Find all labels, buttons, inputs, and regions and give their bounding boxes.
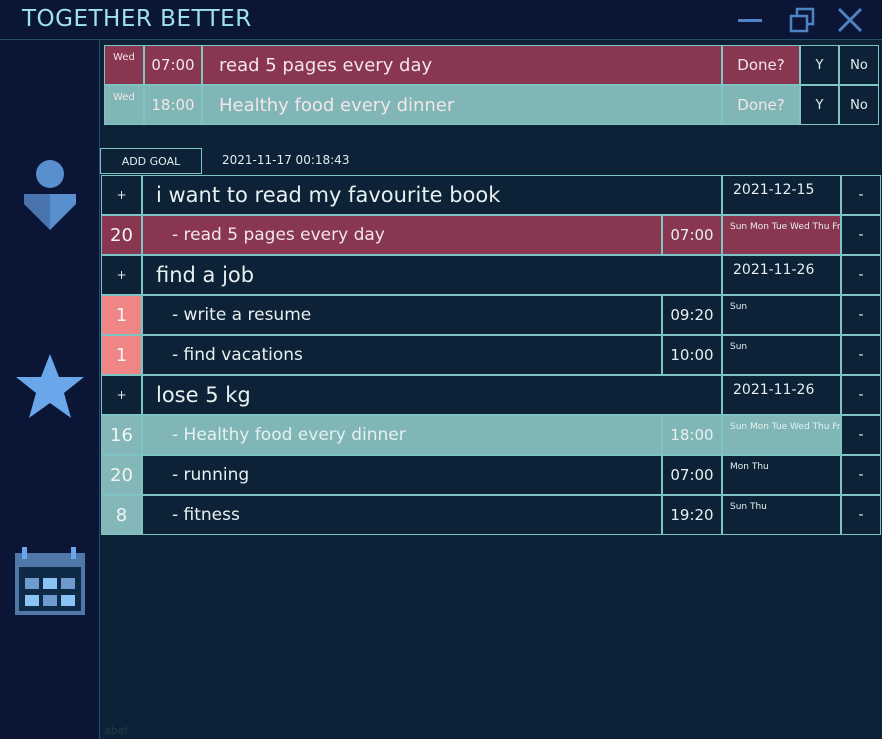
task-count: 1: [101, 295, 142, 335]
today-day: Wed: [104, 85, 144, 125]
user-icon[interactable]: [22, 158, 78, 232]
task-title: - Healthy food every dinner: [142, 415, 662, 455]
delete-goal-button[interactable]: -: [841, 175, 881, 215]
done-label: Done?: [722, 85, 800, 125]
current-timestamp: 2021-11-17 00:18:43: [222, 153, 350, 167]
task-time: 07:00: [662, 455, 722, 495]
minimize-icon[interactable]: [736, 6, 764, 34]
task-time: 07:00: [662, 215, 722, 255]
task-days: Sun: [722, 295, 841, 335]
task-days: Sun Mon Tue Wed Thu Fri: [722, 215, 841, 255]
task-title: - find vacations: [142, 335, 662, 375]
title-bar: TOGETHER BETTER: [0, 0, 882, 38]
add-task-button[interactable]: +: [101, 255, 142, 295]
today-day: Wed: [104, 45, 144, 85]
close-icon[interactable]: [836, 6, 864, 34]
task-title: - running: [142, 455, 662, 495]
yes-button[interactable]: Y: [800, 45, 839, 85]
delete-task-button[interactable]: -: [841, 415, 881, 455]
sidebar: [0, 39, 100, 739]
add-goal-button[interactable]: ADD GOAL: [100, 148, 202, 174]
today-time: 07:00: [144, 45, 202, 85]
task-days: Sun Mon Tue Wed Thu Fri: [722, 415, 841, 455]
today-time: 18:00: [144, 85, 202, 125]
goal-deadline: 2021-11-26: [722, 375, 841, 415]
goal-deadline: 2021-12-15: [722, 175, 841, 215]
delete-task-button[interactable]: -: [841, 295, 881, 335]
task-count: 20: [101, 455, 142, 495]
goal-title: i want to read my favourite book: [142, 175, 722, 215]
today-task: Healthy food every dinner: [202, 85, 722, 125]
delete-goal-button[interactable]: -: [841, 375, 881, 415]
task-time: 19:20: [662, 495, 722, 535]
star-icon[interactable]: [14, 350, 86, 422]
task-title: - fitness: [142, 495, 662, 535]
no-button[interactable]: No: [839, 85, 879, 125]
delete-task-button[interactable]: -: [841, 335, 881, 375]
today-task: read 5 pages every day: [202, 45, 722, 85]
no-button[interactable]: No: [839, 45, 879, 85]
task-title: - write a resume: [142, 295, 662, 335]
delete-task-button[interactable]: -: [841, 455, 881, 495]
task-days: Sun: [722, 335, 841, 375]
goal-title: lose 5 kg: [142, 375, 722, 415]
goal-deadline: 2021-11-26: [722, 255, 841, 295]
goal-title: find a job: [142, 255, 722, 295]
task-time: 09:20: [662, 295, 722, 335]
task-count: 8: [101, 495, 142, 535]
task-count: 1: [101, 335, 142, 375]
calendar-icon[interactable]: [14, 545, 86, 617]
delete-task-button[interactable]: -: [841, 495, 881, 535]
restore-icon[interactable]: [788, 6, 816, 34]
task-days: Sun Thu: [722, 495, 841, 535]
delete-goal-button[interactable]: -: [841, 255, 881, 295]
task-count: 20: [101, 215, 142, 255]
task-days: Mon Thu: [722, 455, 841, 495]
add-task-button[interactable]: +: [101, 375, 142, 415]
yes-button[interactable]: Y: [800, 85, 839, 125]
task-time: 10:00: [662, 335, 722, 375]
task-time: 18:00: [662, 415, 722, 455]
task-count: 16: [101, 415, 142, 455]
app-title: TOGETHER BETTER: [22, 6, 252, 32]
add-task-button[interactable]: +: [101, 175, 142, 215]
delete-task-button[interactable]: -: [841, 215, 881, 255]
footer-label: abel: [104, 724, 128, 737]
task-title: - read 5 pages every day: [142, 215, 662, 255]
done-label: Done?: [722, 45, 800, 85]
